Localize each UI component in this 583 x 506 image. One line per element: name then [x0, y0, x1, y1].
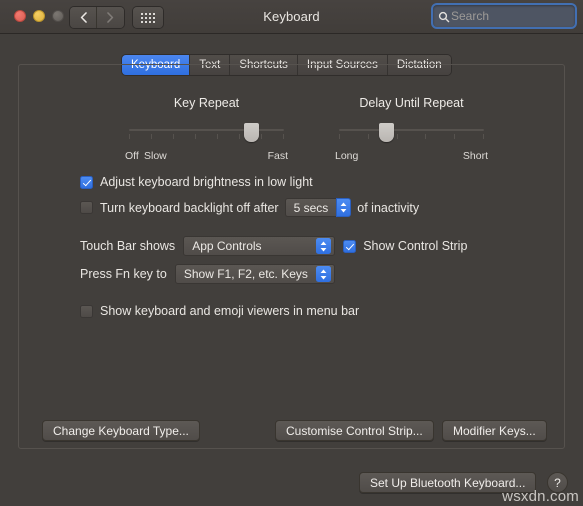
- keyboard-settings-panel: Key Repeat Off Slow Fast Delay Until Rep…: [18, 64, 565, 449]
- backlight-off-row[interactable]: Turn keyboard backlight off after 5 secs…: [80, 198, 419, 217]
- touch-bar-row: Touch Bar shows App Controls Show Contro…: [80, 236, 467, 256]
- touch-bar-label: Touch Bar shows: [80, 239, 175, 253]
- delay-until-repeat-slider[interactable]: [339, 123, 484, 147]
- backlight-off-checkbox[interactable]: [80, 201, 93, 214]
- search-input[interactable]: [451, 9, 569, 23]
- show-viewers-row[interactable]: Show keyboard and emoji viewers in menu …: [80, 304, 359, 318]
- key-repeat-slider[interactable]: [129, 123, 284, 147]
- show-viewers-checkbox[interactable]: [80, 305, 93, 318]
- delay-label-long: Long: [335, 150, 358, 162]
- backlight-off-label: Turn keyboard backlight off after: [100, 201, 279, 215]
- popup-updown-icon: [316, 238, 331, 254]
- stepper-updown-icon[interactable]: [336, 198, 351, 217]
- touch-bar-popup-value: App Controls: [192, 239, 308, 253]
- key-repeat-title: Key Repeat: [129, 96, 284, 110]
- show-viewers-label: Show keyboard and emoji viewers in menu …: [100, 304, 359, 318]
- show-control-strip-label: Show Control Strip: [363, 239, 467, 253]
- key-repeat-thumb[interactable]: [244, 123, 259, 142]
- fn-key-popup-menu[interactable]: Show F1, F2, etc. Keys: [175, 264, 335, 284]
- window-titlebar: Keyboard: [0, 0, 583, 34]
- backlight-duration-value[interactable]: 5 secs: [285, 198, 337, 217]
- backlight-duration-stepper[interactable]: 5 secs: [285, 198, 352, 217]
- fn-key-popup-value: Show F1, F2, etc. Keys: [184, 267, 308, 281]
- popup-updown-icon: [316, 266, 331, 282]
- change-keyboard-type-button[interactable]: Change Keyboard Type...: [42, 420, 200, 441]
- delay-until-repeat-ticks: [339, 134, 484, 140]
- search-icon: [438, 10, 450, 22]
- key-repeat-slider-group: Key Repeat Off Slow Fast: [129, 96, 284, 164]
- adjust-brightness-checkbox[interactable]: [80, 176, 93, 189]
- delay-until-repeat-title: Delay Until Repeat: [339, 96, 484, 110]
- fn-key-label: Press Fn key to: [80, 267, 167, 281]
- key-repeat-ticks: [129, 134, 284, 140]
- adjust-brightness-row[interactable]: Adjust keyboard brightness in low light: [80, 175, 313, 189]
- adjust-brightness-label: Adjust keyboard brightness in low light: [100, 175, 313, 189]
- delay-until-repeat-thumb[interactable]: [379, 123, 394, 142]
- key-repeat-labels: Off Slow Fast: [129, 150, 284, 164]
- keyboard-preferences-window: Keyboard Keyboard Text Shortcuts Input S…: [0, 0, 583, 506]
- show-control-strip-checkbox[interactable]: [343, 240, 356, 253]
- search-field[interactable]: [433, 5, 575, 27]
- key-repeat-track: [129, 129, 284, 131]
- fn-key-row: Press Fn key to Show F1, F2, etc. Keys: [80, 264, 343, 284]
- delay-until-repeat-slider-group: Delay Until Repeat Long Short: [339, 96, 484, 164]
- modifier-keys-button[interactable]: Modifier Keys...: [442, 420, 547, 441]
- watermark: wsxdn.com: [502, 488, 579, 505]
- delay-until-repeat-track: [339, 129, 484, 131]
- backlight-off-suffix: of inactivity: [357, 201, 419, 215]
- delay-until-repeat-labels: Long Short: [339, 150, 484, 164]
- key-repeat-label-fast: Fast: [268, 150, 288, 162]
- touch-bar-popup-menu[interactable]: App Controls: [183, 236, 335, 256]
- delay-label-short: Short: [463, 150, 488, 162]
- customise-control-strip-button[interactable]: Customise Control Strip...: [275, 420, 434, 441]
- key-repeat-label-slow: Slow: [144, 150, 167, 162]
- key-repeat-label-off: Off: [125, 150, 139, 162]
